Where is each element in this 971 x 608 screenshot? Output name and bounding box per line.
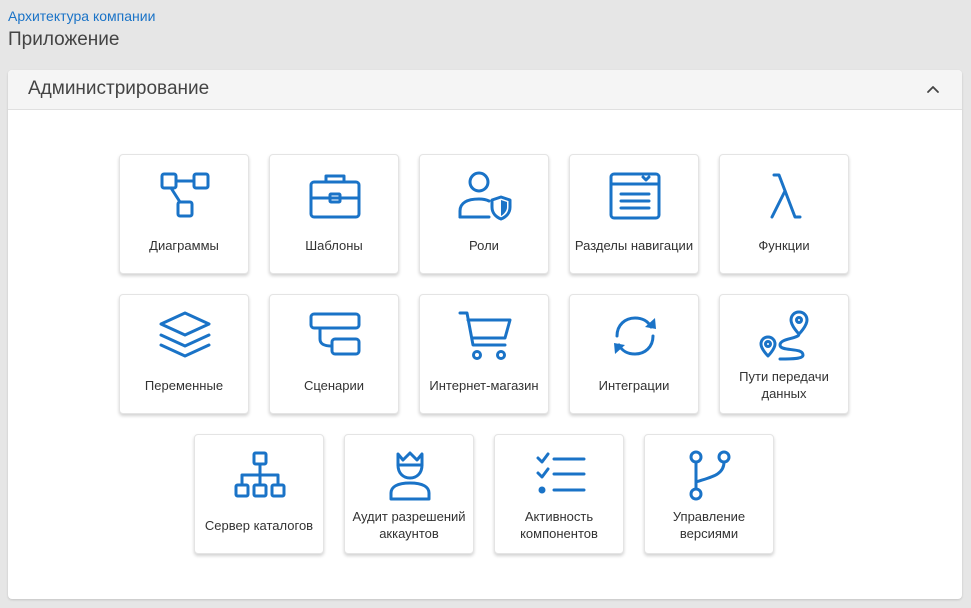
tile-directory-server[interactable]: Сервер каталогов [194, 434, 324, 554]
chevron-up-icon[interactable] [924, 81, 942, 99]
tile-account-permissions-audit[interactable]: Аудит разрешений аккаунтов [344, 434, 474, 554]
tile-label: Шаблоны [305, 237, 363, 253]
tile-label: Сценарии [303, 377, 365, 393]
layers-icon [158, 309, 212, 363]
tile-roles[interactable]: Роли [419, 154, 549, 274]
tile-label: Переменные [144, 377, 224, 393]
tile-variables[interactable]: Переменные [119, 294, 249, 414]
tile-label: Роли [469, 237, 499, 253]
shopping-cart-icon [458, 309, 512, 363]
tile-label: Управление версиями [672, 509, 746, 541]
tile-label: Сервер каталогов [204, 517, 314, 533]
tile-diagrams[interactable]: Диаграммы [119, 154, 249, 274]
version-branch-icon [683, 449, 737, 503]
tile-label: Интернет-магазин [429, 377, 539, 393]
tile-label: Диаграммы [149, 237, 219, 253]
sync-arrows-icon [608, 309, 662, 363]
tile-label: Интеграции [598, 377, 670, 393]
scenario-blocks-icon [308, 309, 362, 363]
diagram-nodes-icon [158, 169, 212, 223]
tile-component-activity[interactable]: Активность компонентов [494, 434, 624, 554]
tile-label: Пути передачи данных [739, 369, 829, 401]
user-shield-icon [458, 169, 512, 223]
crowned-user-icon [383, 449, 437, 503]
tile-label: Функции [758, 237, 810, 253]
checklist-icon [533, 449, 587, 503]
administration-panel: Администрирование Диаграммы Шаблоны Роли… [8, 70, 962, 599]
page-title: Приложение [8, 29, 120, 50]
tile-version-control[interactable]: Управление версиями [644, 434, 774, 554]
panel-header[interactable]: Администрирование [8, 70, 962, 110]
navigation-window-icon [608, 169, 662, 223]
tile-scenarios[interactable]: Сценарии [269, 294, 399, 414]
tile-templates[interactable]: Шаблоны [269, 154, 399, 274]
route-pins-icon [758, 309, 812, 363]
tile-functions[interactable]: Функции [719, 154, 849, 274]
tile-integrations[interactable]: Интеграции [569, 294, 699, 414]
tile-data-paths[interactable]: Пути передачи данных [719, 294, 849, 414]
panel-title: Администрирование [28, 78, 210, 99]
lambda-icon [758, 169, 812, 223]
tile-navigation-sections[interactable]: Разделы навигации [569, 154, 699, 274]
tile-online-store[interactable]: Интернет-магазин [419, 294, 549, 414]
tile-label: Аудит разрешений аккаунтов [352, 509, 466, 541]
hierarchy-tree-icon [233, 449, 287, 503]
tile-label: Разделы навигации [574, 237, 694, 253]
tile-label: Активность компонентов [520, 509, 598, 541]
briefcase-icon [308, 169, 362, 223]
breadcrumb[interactable]: Архитектура компании [8, 8, 155, 24]
